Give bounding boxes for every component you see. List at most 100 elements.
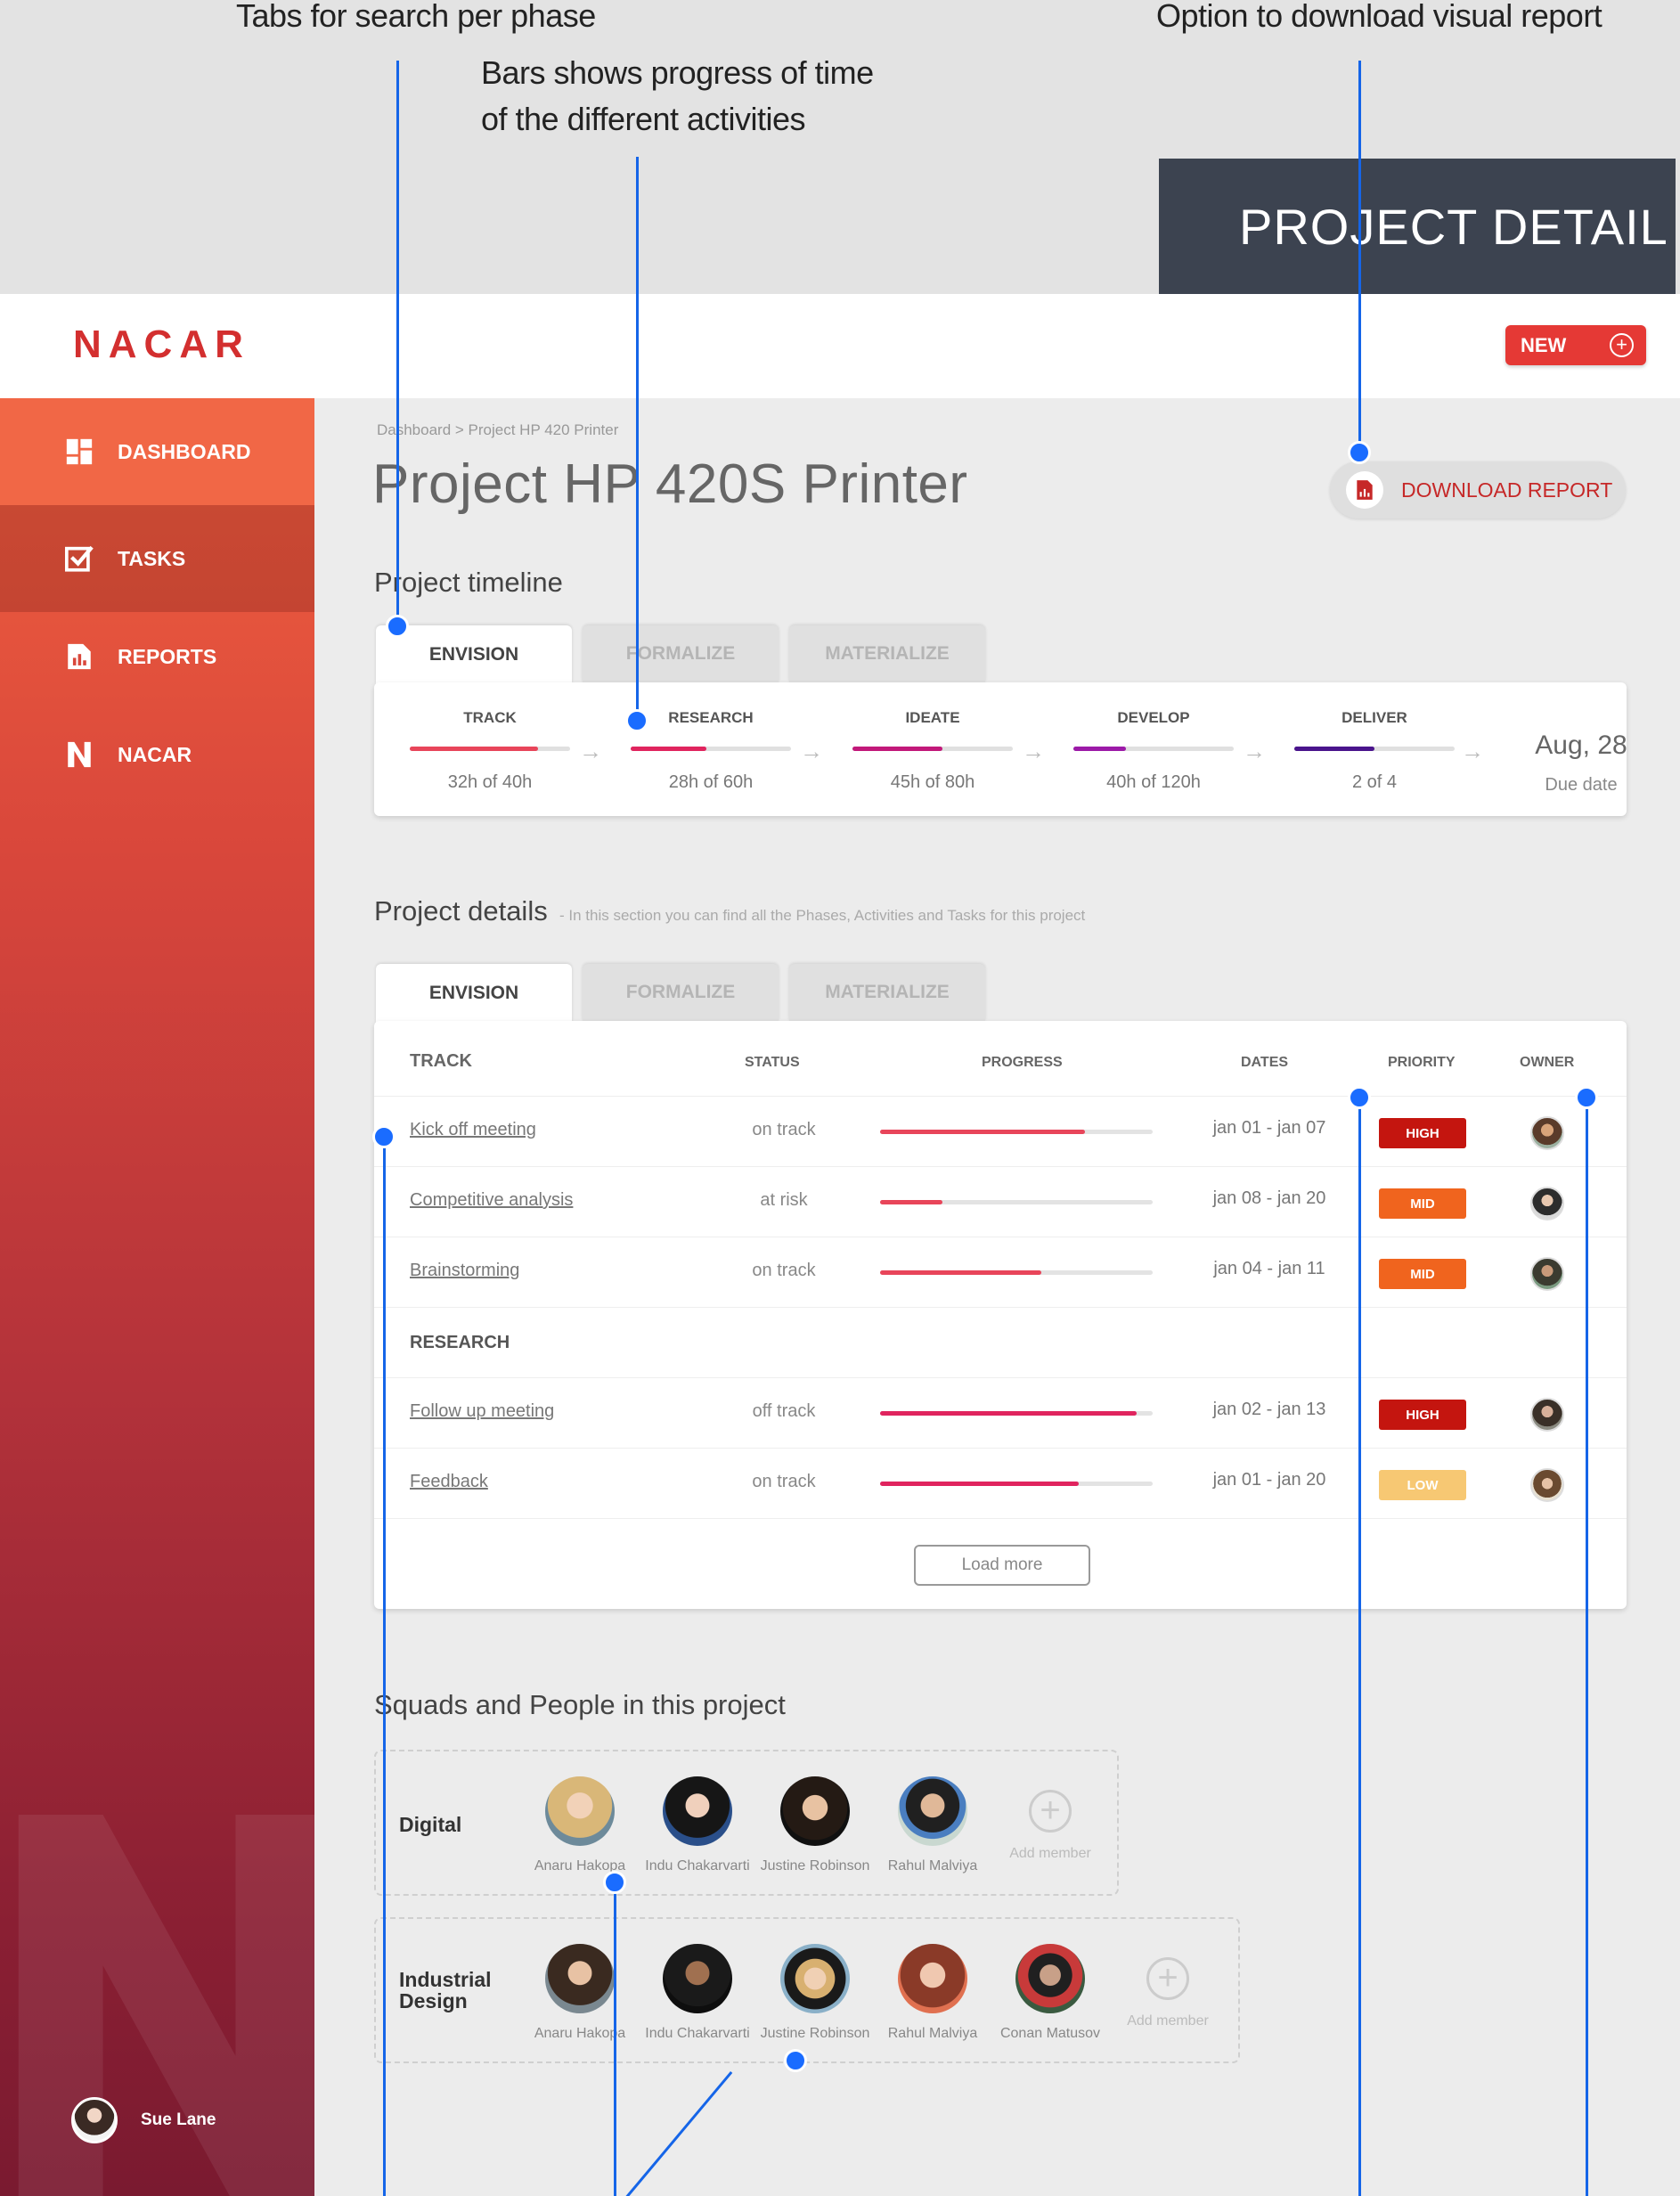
- app-logo[interactable]: NACAR: [73, 322, 250, 367]
- phase-name: DELIVER: [1342, 709, 1407, 726]
- arrow-right-icon: →: [1022, 738, 1045, 764]
- tab-envision[interactable]: ENVISION: [376, 964, 572, 1023]
- sidebar-item-reports[interactable]: REPORTS: [0, 603, 314, 710]
- annotation-line: [1586, 1098, 1588, 2196]
- sidebar-item-label: TASKS: [118, 546, 186, 570]
- task-link[interactable]: Competitive analysis: [410, 1190, 573, 1211]
- avatar: [71, 2097, 118, 2143]
- member-name: Justine Robinson: [760, 1858, 870, 1874]
- member-avatar: [663, 1944, 732, 2013]
- phase-progress-fill: [410, 747, 538, 751]
- table-row[interactable]: Competitive analysis at risk jan 08 - ja…: [374, 1167, 1627, 1237]
- member-name: Rahul Malviya: [887, 1858, 978, 1874]
- annotation-line: [636, 157, 639, 720]
- column-header-status[interactable]: STATUS: [745, 1055, 800, 1071]
- member-card[interactable]: Indu Chakarvarti: [640, 1776, 755, 1874]
- member-card[interactable]: Indu Chakarvarti: [640, 1944, 755, 2042]
- member-card[interactable]: Conan Matusov: [992, 1944, 1108, 2042]
- due-date-value: Aug, 28: [1535, 731, 1627, 760]
- phase-progress-bar: [410, 747, 570, 751]
- tab-materialize[interactable]: MATERIALIZE: [789, 964, 985, 1021]
- task-link[interactable]: Feedback: [410, 1472, 488, 1492]
- column-header-priority[interactable]: PRIORITY: [1388, 1055, 1456, 1071]
- sidebar-item-label: REPORTS: [118, 644, 217, 668]
- column-header-owner[interactable]: OWNER: [1520, 1055, 1574, 1071]
- load-more-button[interactable]: Load more: [914, 1545, 1090, 1586]
- phase-progress-fill: [631, 747, 706, 751]
- phase-progress-bar: [1073, 747, 1234, 751]
- priority-badge: MID: [1379, 1259, 1466, 1289]
- member-card[interactable]: Anaru Hakopa: [522, 1776, 638, 1874]
- download-report-label: DOWNLOAD REPORT: [1401, 478, 1613, 502]
- task-progress-fill: [880, 1411, 1137, 1416]
- task-link[interactable]: Kick off meeting: [410, 1120, 536, 1140]
- phase-track[interactable]: TRACK 32h of 40h: [405, 682, 575, 793]
- member-card[interactable]: Rahul Malviya: [875, 1776, 991, 1874]
- timeline-heading: Project timeline: [374, 567, 563, 598]
- owner-avatar[interactable]: [1530, 1187, 1564, 1220]
- table-row[interactable]: Kick off meeting on track jan 01 - jan 0…: [374, 1097, 1627, 1167]
- owner-avatar[interactable]: [1530, 1468, 1564, 1502]
- sidebar-item-label: DASHBOARD: [118, 439, 251, 463]
- annotation-line: [614, 1883, 616, 2196]
- owner-avatar[interactable]: [1530, 1116, 1564, 1150]
- table-row[interactable]: Feedback on track jan 01 - jan 20 LOW: [374, 1449, 1627, 1519]
- table-row[interactable]: Follow up meeting off track jan 02 - jan…: [374, 1378, 1627, 1449]
- annotation-marker: [386, 615, 409, 638]
- column-header-progress[interactable]: PROGRESS: [982, 1055, 1063, 1071]
- details-tabs: ENVISION FORMALIZE MATERIALIZE: [376, 964, 996, 1023]
- annotation-download: Option to download visual report: [1156, 0, 1603, 34]
- arrow-right-icon: →: [800, 738, 823, 764]
- member-card[interactable]: Rahul Malviya: [875, 1944, 991, 2042]
- new-button[interactable]: NEW +: [1505, 325, 1646, 365]
- owner-avatar[interactable]: [1530, 1398, 1564, 1432]
- member-name: Conan Matusov: [999, 2026, 1101, 2041]
- arrow-right-icon: →: [579, 738, 602, 764]
- breadcrumb[interactable]: Dashboard > Project HP 420 Printer: [377, 421, 618, 439]
- add-member-button[interactable]: + Add member: [1110, 1944, 1226, 2029]
- details-heading: Project details: [374, 895, 548, 927]
- task-progress-bar: [880, 1200, 1153, 1204]
- owner-avatar[interactable]: [1530, 1257, 1564, 1291]
- phase-name: RESEARCH: [668, 709, 754, 726]
- sidebar-item-tasks[interactable]: TASKS: [0, 505, 314, 612]
- phase-name: IDEATE: [905, 709, 960, 726]
- member-name: Anaru Hakopa: [534, 2026, 626, 2041]
- member-avatar: [898, 1776, 967, 1846]
- details-table: TRACK STATUS PROGRESS DATES PRIORITY OWN…: [374, 1021, 1627, 1609]
- task-dates: jan 01 - jan 07: [1212, 1118, 1326, 1138]
- phase-progress-bar: [852, 747, 1013, 751]
- phase-ideate[interactable]: IDEATE 45h of 80h: [848, 682, 1017, 793]
- tab-formalize[interactable]: FORMALIZE: [583, 964, 779, 1021]
- annotation-line: [396, 61, 399, 629]
- add-member-button[interactable]: + Add member: [992, 1776, 1108, 1862]
- member-card[interactable]: Anaru Hakopa: [522, 1944, 638, 2042]
- table-row[interactable]: Brainstorming on track jan 04 - jan 11 M…: [374, 1237, 1627, 1308]
- member-card[interactable]: Justine Robinson: [757, 1944, 873, 2042]
- phase-deliver[interactable]: DELIVER 2 of 4: [1290, 682, 1459, 793]
- annotation-marker: [372, 1125, 396, 1148]
- column-header-dates[interactable]: DATES: [1241, 1055, 1288, 1071]
- member-avatar: [780, 1776, 850, 1846]
- sidebar: DASHBOARD TASKS REPORTS NACAR Sue Lane: [0, 398, 314, 2196]
- sidebar-item-dashboard[interactable]: DASHBOARD: [0, 398, 314, 505]
- squad-card-digital: Digital Anaru Hakopa Indu Chakarvarti Ju…: [374, 1750, 1119, 1896]
- phase-progress-bar: [631, 747, 791, 751]
- phase-value: 32h of 40h: [447, 772, 533, 792]
- task-link[interactable]: Brainstorming: [410, 1261, 519, 1281]
- tab-formalize[interactable]: FORMALIZE: [583, 625, 779, 682]
- member-card[interactable]: Justine Robinson: [757, 1776, 873, 1874]
- plus-circle-icon: +: [1610, 333, 1634, 357]
- phase-develop[interactable]: DEVELOP 40h of 120h: [1069, 682, 1238, 793]
- dashboard-icon: [64, 437, 94, 467]
- phase-research[interactable]: RESEARCH 28h of 60h: [626, 682, 795, 793]
- annotation-line: [383, 1137, 386, 2196]
- download-report-button[interactable]: DOWNLOAD REPORT: [1330, 461, 1626, 518]
- task-link[interactable]: Follow up meeting: [410, 1401, 554, 1422]
- task-dates: jan 08 - jan 20: [1212, 1188, 1326, 1208]
- sidebar-item-nacar[interactable]: NACAR: [0, 701, 314, 808]
- task-status: on track: [752, 1120, 816, 1139]
- task-progress-fill: [880, 1130, 1085, 1134]
- tab-materialize[interactable]: MATERIALIZE: [789, 625, 985, 682]
- user-profile[interactable]: Sue Lane: [71, 2097, 216, 2143]
